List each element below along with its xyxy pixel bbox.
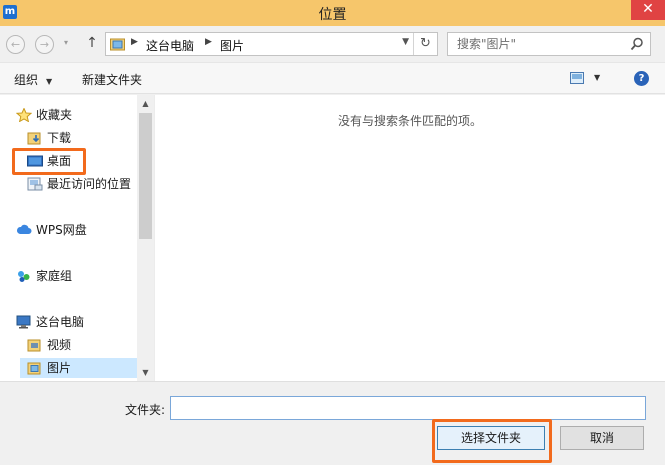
sidebar-item-downloads[interactable]: 下载 xyxy=(27,128,134,148)
address-history-dropdown[interactable]: ▼ xyxy=(402,37,409,47)
pictures-folder-icon xyxy=(27,362,41,375)
sidebar-item-wps-cloud[interactable]: WPS网盘 xyxy=(16,220,134,240)
sidebar-item-label: 最近访问的位置 xyxy=(47,177,132,191)
chevron-down-icon: ▼ xyxy=(46,77,53,86)
up-button[interactable]: ↑ xyxy=(84,35,100,53)
sidebar-item-label: 图片 xyxy=(47,361,72,375)
sidebar-item-homegroup[interactable]: 家庭组 xyxy=(16,266,134,286)
homegroup-icon xyxy=(18,271,30,282)
sidebar-item-label: WPS网盘 xyxy=(36,223,87,237)
search-icon[interactable] xyxy=(630,37,644,51)
sidebar-item-label: 下载 xyxy=(47,131,72,145)
address-bar[interactable]: ▶ 这台电脑 ▶ 图片 ▼ ↻ xyxy=(105,32,438,56)
scroll-up-arrow-icon[interactable]: ▲ xyxy=(137,95,154,112)
sidebar-item-pictures[interactable]: 图片 xyxy=(20,358,137,378)
search-input[interactable] xyxy=(448,33,626,55)
star-icon xyxy=(16,108,32,122)
download-folder-icon xyxy=(27,132,41,145)
forward-button[interactable]: → xyxy=(35,35,54,54)
refresh-button[interactable]: ↻ xyxy=(413,33,437,55)
sidebar-item-videos[interactable]: 视频 xyxy=(27,335,134,355)
breadcrumb-pictures[interactable]: 图片 xyxy=(220,37,244,54)
scrollbar-thumb[interactable] xyxy=(139,113,152,239)
recent-places-icon xyxy=(27,177,43,191)
address-row: ← → ▾ ↑ ▶ 这台电脑 ▶ 图片 ▼ ↻ xyxy=(0,26,665,62)
sidebar-item-favorites[interactable]: 收藏夹 xyxy=(16,105,134,125)
sidebar-item-recent-places[interactable]: 最近访问的位置 xyxy=(27,174,137,194)
view-options-dropdown[interactable]: ▼ xyxy=(594,73,600,82)
sidebar-item-this-pc[interactable]: 这台电脑 xyxy=(16,312,134,332)
new-folder-button[interactable]: 新建文件夹 xyxy=(82,71,142,88)
recent-locations-dropdown[interactable]: ▾ xyxy=(64,38,68,47)
organize-label: 组织 xyxy=(14,73,39,87)
sidebar-item-label: 收藏夹 xyxy=(36,108,73,122)
scroll-down-arrow-icon[interactable]: ▼ xyxy=(137,364,154,381)
sidebar-item-label: 这台电脑 xyxy=(36,315,85,329)
empty-results-message: 没有与搜索条件匹配的项。 xyxy=(337,114,482,128)
file-list-area[interactable]: 没有与搜索条件匹配的项。 xyxy=(154,95,665,381)
close-button[interactable]: ✕ xyxy=(631,0,665,20)
search-box[interactable] xyxy=(447,32,651,56)
folder-field-label: 文件夹: xyxy=(125,403,166,417)
help-button[interactable]: ? xyxy=(634,71,649,86)
desktop-highlight-annotation xyxy=(12,148,86,175)
watermark-logo xyxy=(500,397,650,452)
computer-icon xyxy=(16,315,31,329)
cloud-icon xyxy=(16,224,32,234)
title-bar: m 位置 ✕ xyxy=(0,0,665,26)
command-toolbar: 组织 ▼ 新建文件夹 ▼ ? xyxy=(0,62,665,94)
pictures-folder-icon xyxy=(110,38,125,51)
breadcrumb-separator: ▶ xyxy=(131,37,138,47)
video-folder-icon xyxy=(27,339,41,352)
sidebar-item-label: 家庭组 xyxy=(36,269,73,283)
change-view-icon[interactable] xyxy=(570,72,584,84)
back-button[interactable]: ← xyxy=(6,35,25,54)
sidebar-item-label: 视频 xyxy=(47,338,72,352)
navigation-pane: 收藏夹 下载 桌面 最近访问的位置 WPS网盘 家庭组 这台电脑 视频 图片 xyxy=(0,95,137,381)
window-title: 位置 xyxy=(318,7,347,23)
navigation-scrollbar[interactable]: ▲ ▼ xyxy=(137,95,154,381)
breadcrumb-separator[interactable]: ▶ xyxy=(205,37,212,47)
organize-menu-button[interactable]: 组织 ▼ xyxy=(14,71,52,88)
breadcrumb-this-pc[interactable]: 这台电脑 xyxy=(146,37,194,54)
